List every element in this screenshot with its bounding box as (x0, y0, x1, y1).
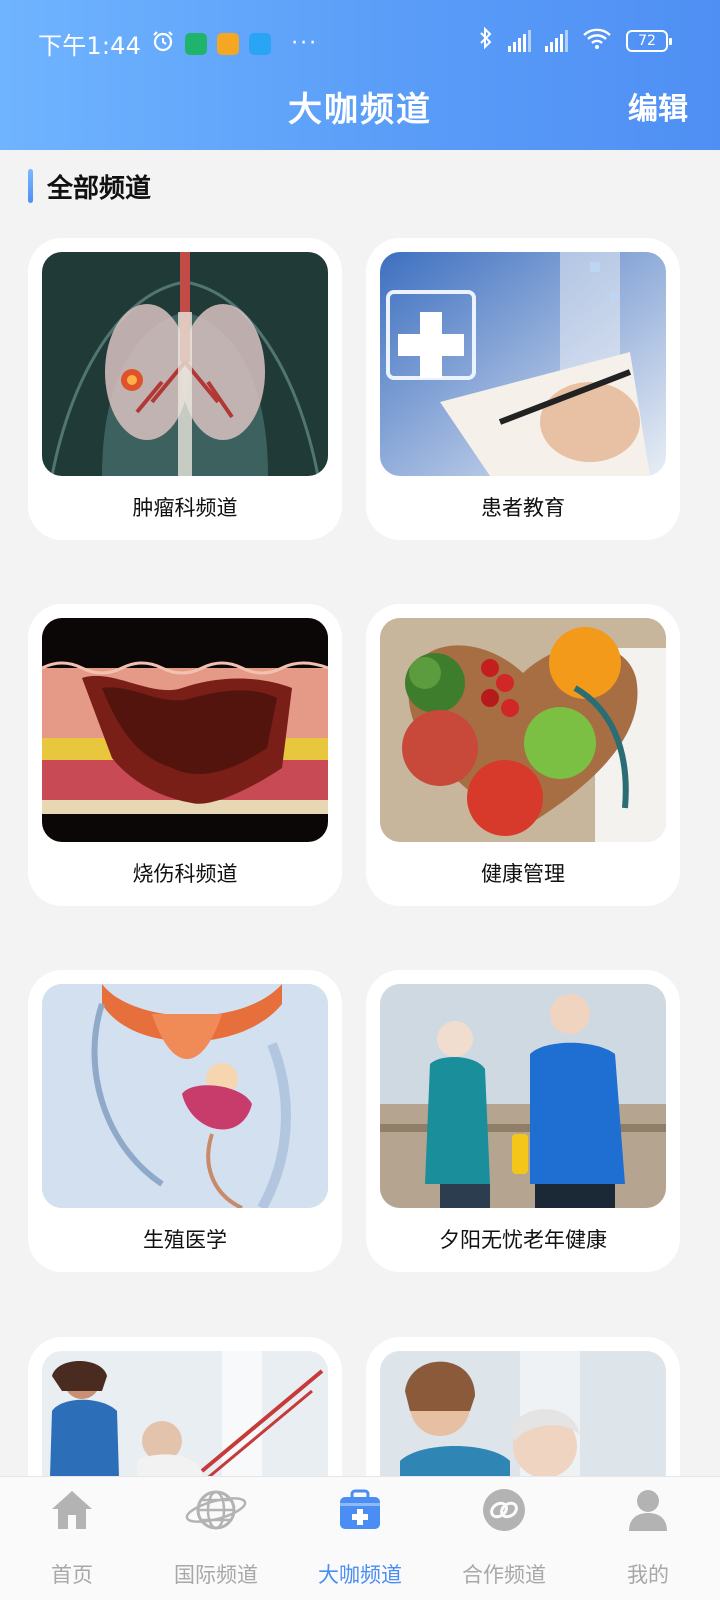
healthy-food-illustration (380, 618, 666, 842)
channel-label: 患者教育 (481, 496, 565, 520)
channel-card-rehab[interactable] (28, 1337, 342, 1477)
medkit-icon (337, 1487, 383, 1537)
nav-item-experts[interactable]: 大咖频道 (288, 1477, 432, 1600)
skin-burn-illustration (42, 618, 328, 842)
nav-label: 大咖频道 (318, 1563, 402, 1587)
home-icon (49, 1487, 95, 1535)
reproductive-anatomy-illustration (42, 984, 328, 1208)
globe-icon (184, 1487, 248, 1537)
rehab-exercise-photo (42, 1351, 328, 1477)
lungs-illustration (42, 252, 328, 476)
nurse-elderly-photo (380, 1351, 666, 1477)
nav-label: 合作频道 (462, 1563, 546, 1587)
nav-item-partners[interactable]: 合作频道 (432, 1477, 576, 1600)
channel-label: 生殖医学 (143, 1228, 227, 1252)
channel-label: 烧伤科频道 (132, 862, 238, 886)
bottom-nav: 首页 国际频道 大咖频道 合作频道 我的 (0, 1476, 720, 1600)
elderly-jogging-photo (380, 984, 666, 1208)
channel-card-oncology[interactable]: 肿瘤科频道 (28, 238, 342, 540)
channel-card-health-management[interactable]: 健康管理 (366, 604, 680, 906)
user-icon (625, 1487, 671, 1537)
channel-grid: 肿瘤科频道 患者教育 烧伤科频道 健康管理 生殖医学 夕阳无忧老年健康 (0, 0, 720, 1600)
link-icon (481, 1487, 527, 1537)
nav-item-profile[interactable]: 我的 (576, 1477, 720, 1600)
nav-label: 国际频道 (174, 1563, 258, 1587)
channel-label: 肿瘤科频道 (132, 496, 238, 520)
nav-item-international[interactable]: 国际频道 (144, 1477, 288, 1600)
channel-card-nursing[interactable] (366, 1337, 680, 1477)
nav-item-home[interactable]: 首页 (0, 1477, 144, 1600)
channel-card-burns[interactable]: 烧伤科频道 (28, 604, 342, 906)
nav-label: 我的 (627, 1563, 669, 1587)
channel-card-elderly-health[interactable]: 夕阳无忧老年健康 (366, 970, 680, 1272)
nav-label: 首页 (51, 1563, 93, 1587)
medical-writing-illustration (380, 252, 666, 476)
channel-label: 健康管理 (481, 862, 565, 886)
channel-label: 夕阳无忧老年健康 (439, 1228, 607, 1252)
channel-card-reproductive-medicine[interactable]: 生殖医学 (28, 970, 342, 1272)
channel-card-patient-education[interactable]: 患者教育 (366, 238, 680, 540)
